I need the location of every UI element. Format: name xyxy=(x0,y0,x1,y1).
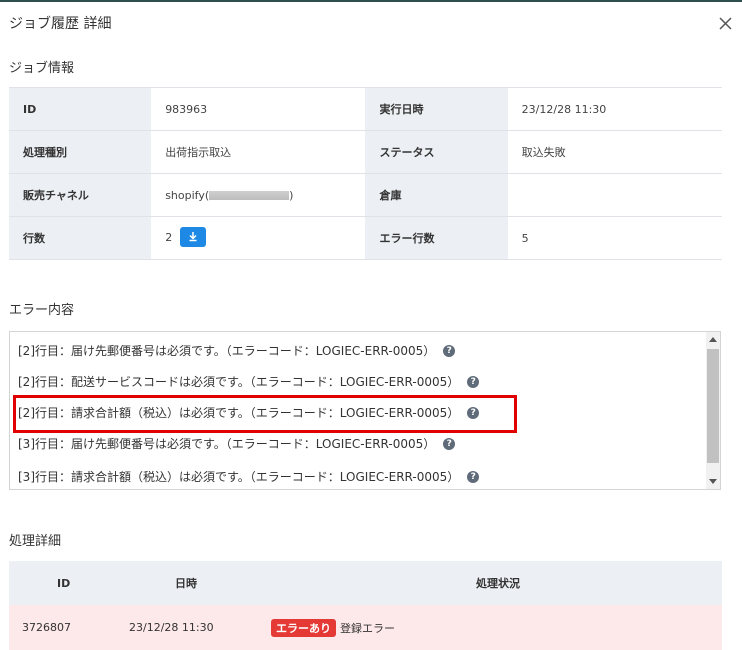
help-icon[interactable]: ? xyxy=(467,375,480,388)
scroll-up-icon[interactable] xyxy=(709,337,717,342)
error-line: [3]行目：請求合計額（税込）は必須です。（エラーコード：LOGIEC-ERR-… xyxy=(18,468,480,485)
error-line: [2]行目：届け先郵便番号は必須です。（エラーコード：LOGIEC-ERR-00… xyxy=(18,342,456,359)
masked-text xyxy=(209,191,290,200)
error-text: [3]行目：請求合計額（税込）は必須です。（エラーコード：LOGIEC-ERR-… xyxy=(18,470,460,484)
info-row: 行数 2 エラー行数 5 xyxy=(9,216,722,260)
process-detail-table: ID 日時 処理状況 3726807 23/12/28 11:30 エラーあり登… xyxy=(9,561,722,650)
scroll-thumb[interactable] xyxy=(707,349,719,463)
scroll-down-icon[interactable] xyxy=(709,479,717,484)
error-text: [2]行目：届け先郵便番号は必須です。（エラーコード：LOGIEC-ERR-00… xyxy=(18,344,436,358)
label-error-row-count: エラー行数 xyxy=(365,216,508,260)
highlight-box xyxy=(13,395,517,433)
error-text: [3]行目：届け先郵便番号は必須です。（エラーコード：LOGIEC-ERR-00… xyxy=(18,437,436,451)
info-row: ID 983963 実行日時 23/12/28 11:30 xyxy=(9,87,722,131)
cell-status: エラーあり 登録エラー xyxy=(269,605,722,650)
label-row-count: 行数 xyxy=(9,216,152,260)
label-process-type: 処理種別 xyxy=(9,130,152,174)
info-row: 処理種別 出荷指示取込 ステータス 取込失敗 xyxy=(9,130,722,174)
value-row-count: 2 xyxy=(151,216,366,260)
error-list-scrollbar[interactable] xyxy=(706,332,720,489)
info-row: 販売チャネル shopify() 倉庫 xyxy=(9,173,722,217)
table-row: 3726807 23/12/28 11:30 エラーあり 登録エラー xyxy=(9,605,722,650)
modal-title: ジョブ履歴 詳細 xyxy=(9,16,112,32)
row-count-number: 2 xyxy=(165,231,173,244)
value-warehouse xyxy=(507,173,722,217)
header-status: 処理状況 xyxy=(269,561,722,605)
label-id: ID xyxy=(9,87,152,131)
error-line: [3]行目：届け先郵便番号は必須です。（エラーコード：LOGIEC-ERR-00… xyxy=(18,435,456,452)
table-header-row: ID 日時 処理状況 xyxy=(9,561,722,605)
status-text: 登録エラー xyxy=(340,621,395,635)
label-warehouse: 倉庫 xyxy=(365,173,508,217)
close-button[interactable] xyxy=(716,14,736,34)
cell-datetime: 23/12/28 11:30 xyxy=(129,605,269,650)
value-sales-channel: shopify() xyxy=(151,173,366,217)
download-button[interactable] xyxy=(180,227,207,247)
error-text: [2]行目：配送サービスコードは必須です。（エラーコード：LOGIEC-ERR-… xyxy=(18,375,460,389)
value-status: 取込失敗 xyxy=(507,130,722,174)
header-id: ID xyxy=(9,561,129,605)
error-content-title: エラー内容 xyxy=(9,303,75,318)
download-icon xyxy=(189,232,197,242)
top-bar xyxy=(0,0,742,2)
cell-id: 3726807 xyxy=(9,605,129,650)
value-process-type: 出荷指示取込 xyxy=(151,130,366,174)
job-info-table: ID 983963 実行日時 23/12/28 11:30 処理種別 出荷指示取… xyxy=(9,87,722,260)
label-status: ステータス xyxy=(365,130,508,174)
header-datetime: 日時 xyxy=(129,561,269,605)
help-icon[interactable]: ? xyxy=(443,344,456,357)
value-id: 983963 xyxy=(151,87,366,131)
job-info-title: ジョブ情報 xyxy=(9,61,75,76)
label-executed-at: 実行日時 xyxy=(365,87,508,131)
label-sales-channel: 販売チャネル xyxy=(9,173,152,217)
error-badge: エラーあり xyxy=(271,618,336,637)
close-icon xyxy=(719,17,732,30)
help-icon[interactable]: ? xyxy=(467,470,480,483)
value-executed-at: 23/12/28 11:30 xyxy=(507,87,722,131)
sales-channel-prefix: shopify( xyxy=(165,188,210,202)
help-icon[interactable]: ? xyxy=(443,437,456,450)
process-detail-title: 処理詳細 xyxy=(9,534,62,549)
error-line: [2]行目：配送サービスコードは必須です。（エラーコード：LOGIEC-ERR-… xyxy=(18,373,480,390)
sales-channel-suffix: ) xyxy=(289,188,294,202)
value-error-row-count: 5 xyxy=(507,216,722,260)
